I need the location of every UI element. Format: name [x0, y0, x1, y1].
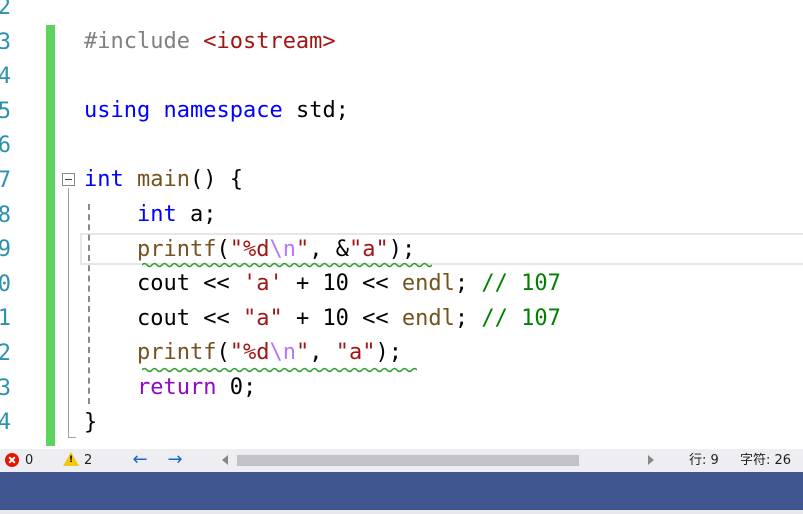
code-line[interactable]: cout << 'a' + 10 << endl; // 107: [84, 267, 561, 301]
code-line[interactable]: int a;: [84, 198, 217, 232]
line-number: 9: [0, 237, 11, 263]
code-editor[interactable]: 2 3 4 5 6 7 8 9 0 1 2 3 4 #include <iostream> using n…: [0, 0, 803, 449]
code-token: + 10 <<: [282, 271, 402, 297]
line-number: 0: [0, 271, 11, 297]
line-number: 8: [0, 202, 11, 228]
code-token: endl: [401, 271, 455, 297]
bottom-panel: [0, 472, 803, 510]
code-token: , &: [309, 236, 349, 262]
code-token: (: [216, 340, 230, 366]
code-token: "a": [348, 236, 389, 262]
code-line[interactable]: printf("%d\n", "a");: [84, 336, 402, 370]
collapse-icon[interactable]: [62, 173, 75, 186]
code-token: 0;: [216, 375, 257, 400]
code-token: \n: [269, 340, 296, 366]
code-token: }: [84, 409, 98, 435]
warning-count[interactable]: 2: [84, 449, 92, 472]
code-token: cout <<: [84, 305, 243, 331]
code-token: \n: [269, 236, 296, 262]
code-token: printf: [136, 340, 217, 366]
navigate-forward-icon[interactable]: →: [165, 450, 185, 470]
code-line[interactable]: }: [84, 406, 97, 440]
code-token: ": [295, 340, 310, 366]
code-token: "a": [335, 340, 376, 366]
code-token: int: [136, 202, 177, 227]
code-line[interactable]: using namespace std;: [84, 94, 349, 128]
code-token: printf: [136, 236, 217, 262]
line-indicator[interactable]: 行: 9: [689, 449, 719, 472]
code-token: "%d: [229, 236, 270, 262]
code-token: return: [136, 375, 217, 400]
code-token: 'a': [242, 271, 283, 297]
code-token: namespace: [163, 98, 283, 124]
bottom-tab-strip: [0, 510, 803, 514]
outline-fold-line: [68, 188, 69, 438]
warning-icon[interactable]: [63, 452, 79, 466]
code-token: );: [388, 236, 416, 262]
code-line[interactable]: return 0;: [84, 371, 256, 405]
line-number: 6: [0, 133, 11, 159]
code-token: cout <<: [84, 271, 243, 297]
code-token: <iostream>: [203, 29, 336, 54]
code-token: // 107: [481, 305, 561, 331]
code-line[interactable]: int main() {: [84, 163, 243, 197]
code-token: #include: [84, 29, 204, 54]
line-number: 3: [0, 375, 11, 401]
code-token: using: [84, 98, 151, 124]
code-token: ": [295, 236, 310, 262]
line-number: 1: [0, 306, 11, 332]
code-token: ,: [309, 340, 336, 366]
warning-squiggle-1: [142, 262, 432, 268]
code-token: endl: [401, 305, 455, 331]
code-token: );: [375, 340, 402, 366]
outline-fold-end: [68, 437, 76, 438]
navigate-back-icon[interactable]: ←: [130, 450, 150, 470]
code-token: "%d: [229, 340, 270, 366]
horizontal-scrollbar-thumb[interactable]: [237, 455, 579, 466]
line-number: 5: [0, 98, 11, 124]
change-tracking-bar: [46, 25, 55, 446]
warning-squiggle-2: [142, 367, 417, 373]
line-number: 2: [0, 0, 11, 20]
code-token: ;: [454, 271, 482, 297]
error-count[interactable]: 0: [25, 449, 33, 472]
code-token: () {: [189, 167, 243, 193]
code-token: "a": [242, 305, 283, 331]
line-number: 4: [0, 410, 11, 436]
line-number: 4: [0, 64, 11, 90]
char-indicator[interactable]: 字符: 26: [740, 449, 791, 472]
line-number: 2: [0, 341, 11, 366]
code-token: // 107: [481, 271, 561, 297]
code-token: (: [216, 236, 230, 262]
code-token: a;: [176, 202, 217, 227]
line-number: 3: [0, 29, 11, 55]
editor-status-bar: 0 2 ← → 行: 9 字符: 26: [0, 449, 803, 472]
code-line[interactable]: #include <iostream>: [84, 25, 336, 59]
code-line[interactable]: cout << "a" + 10 << endl; // 107: [84, 302, 561, 336]
line-number: 7: [0, 168, 11, 193]
code-token: main: [137, 167, 190, 193]
error-icon[interactable]: [5, 453, 19, 467]
code-token: + 10 <<: [282, 305, 402, 331]
code-token: ;: [454, 305, 482, 331]
scroll-right-icon[interactable]: [648, 455, 654, 465]
code-token: int: [84, 167, 124, 193]
code-token: std;: [282, 98, 349, 124]
scroll-left-icon[interactable]: [222, 455, 228, 465]
